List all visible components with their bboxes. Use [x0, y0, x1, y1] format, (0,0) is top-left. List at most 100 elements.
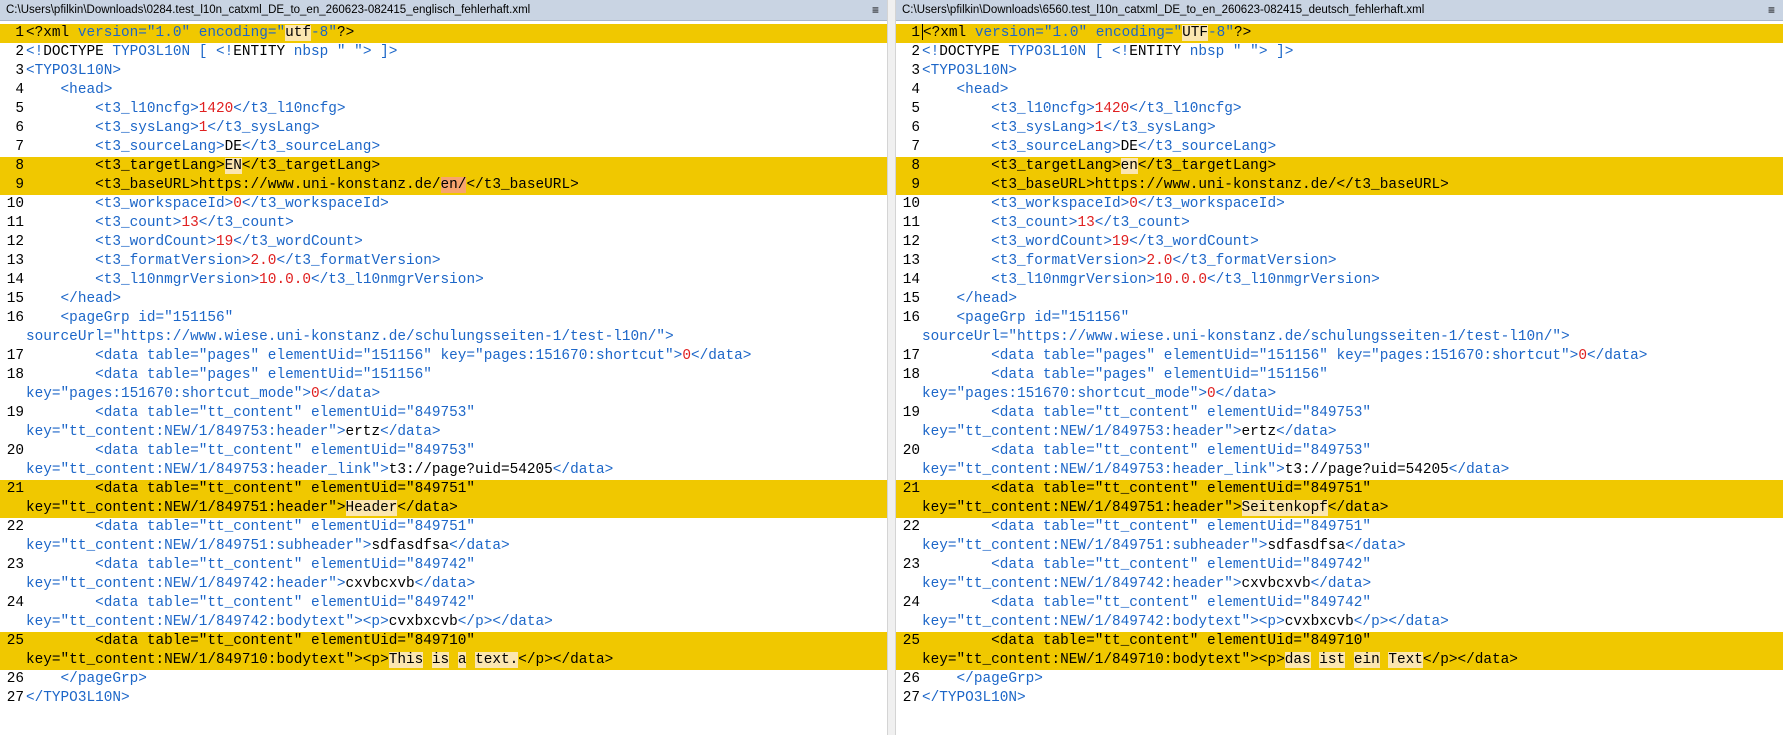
code-line[interactable]: 10 <t3_workspaceId>0</t3_workspaceId> [0, 195, 887, 214]
line-text[interactable]: <t3_workspaceId>0</t3_workspaceId> [922, 195, 1285, 214]
code-line[interactable]: 23 <data table="tt_content" elementUid="… [0, 556, 887, 575]
code-line[interactable]: 1 <?xml version="1.0" encoding="utf-8"?> [0, 24, 887, 43]
line-text[interactable]: <data table="tt_content" elementUid="849… [26, 556, 475, 575]
code-line[interactable]: key="tt_content:NEW/1/849742:bodytext"><… [0, 613, 887, 632]
code-line[interactable]: 12 <t3_wordCount>19</t3_wordCount> [896, 233, 1783, 252]
pane-menu-icon[interactable]: ≡ [870, 4, 881, 16]
code-line[interactable]: 17 <data table="pages" elementUid="15115… [0, 347, 887, 366]
code-line[interactable]: 19 <data table="tt_content" elementUid="… [0, 404, 887, 423]
line-text[interactable]: <t3_baseURL>https://www.uni-konstanz.de/… [922, 176, 1449, 195]
pane-menu-icon[interactable]: ≡ [1766, 4, 1777, 16]
line-text[interactable]: key="tt_content:NEW/1/849742:header">cxv… [922, 575, 1371, 594]
line-text[interactable]: key="pages:151670:shortcut_mode">0</data… [922, 385, 1276, 404]
line-text[interactable]: </TYPO3L10N> [922, 689, 1026, 708]
code-line[interactable]: 12 <t3_wordCount>19</t3_wordCount> [0, 233, 887, 252]
line-text[interactable]: <t3_formatVersion>2.0</t3_formatVersion> [26, 252, 440, 271]
code-line[interactable]: 16 <pageGrp id="151156" [0, 309, 887, 328]
code-line[interactable]: sourceUrl="https://www.wiese.uni-konstan… [896, 328, 1783, 347]
line-text[interactable]: <data table="tt_content" elementUid="849… [922, 404, 1371, 423]
line-text[interactable]: <head> [26, 81, 113, 100]
code-line[interactable]: 7 <t3_sourceLang>DE</t3_sourceLang> [0, 138, 887, 157]
code-line[interactable]: 4 <head> [0, 81, 887, 100]
line-text[interactable]: <data table="tt_content" elementUid="849… [26, 404, 475, 423]
line-text[interactable]: key="tt_content:NEW/1/849742:header">cxv… [26, 575, 475, 594]
code-line[interactable]: key="tt_content:NEW/1/849710:bodytext"><… [0, 651, 887, 670]
code-line[interactable]: key="tt_content:NEW/1/849751:header">Sei… [896, 499, 1783, 518]
line-text[interactable]: sourceUrl="https://www.wiese.uni-konstan… [922, 328, 1570, 347]
line-text[interactable]: <data table="tt_content" elementUid="849… [26, 442, 475, 461]
line-text[interactable]: <data table="tt_content" elementUid="849… [922, 556, 1371, 575]
line-text[interactable]: </pageGrp> [26, 670, 147, 689]
code-line[interactable]: 20 <data table="tt_content" elementUid="… [0, 442, 887, 461]
code-line[interactable]: 9 <t3_baseURL>https://www.uni-konstanz.d… [896, 176, 1783, 195]
code-line[interactable]: 5 <t3_l10ncfg>1420</t3_l10ncfg> [0, 100, 887, 119]
right-file-pane[interactable]: C:\Users\pfilkin\Downloads\6560.test_l10… [896, 0, 1783, 735]
code-line[interactable]: key="tt_content:NEW/1/849742:bodytext"><… [896, 613, 1783, 632]
code-line[interactable]: key="tt_content:NEW/1/849742:header">cxv… [896, 575, 1783, 594]
line-text[interactable]: <head> [922, 81, 1009, 100]
line-text[interactable]: <data table="pages" elementUid="151156" [26, 366, 432, 385]
pane-splitter[interactable] [887, 0, 896, 735]
line-text[interactable]: <t3_l10nmgrVersion>10.0.0</t3_l10nmgrVer… [922, 271, 1380, 290]
line-text[interactable]: <t3_targetLang>EN</t3_targetLang> [26, 157, 380, 176]
code-line[interactable]: 26 </pageGrp> [0, 670, 887, 689]
code-line[interactable]: key="tt_content:NEW/1/849751:subheader">… [0, 537, 887, 556]
code-line[interactable]: 18 <data table="pages" elementUid="15115… [896, 366, 1783, 385]
line-text[interactable]: <t3_targetLang>en</t3_targetLang> [922, 157, 1276, 176]
code-line[interactable]: key="tt_content:NEW/1/849753:header_link… [0, 461, 887, 480]
code-line[interactable]: 24 <data table="tt_content" elementUid="… [0, 594, 887, 613]
line-text[interactable]: <!DOCTYPE TYPO3L10N [ <!ENTITY nbsp " ">… [922, 43, 1293, 62]
line-text[interactable]: key="tt_content:NEW/1/849751:header">Sei… [922, 499, 1388, 518]
line-text[interactable]: <t3_l10ncfg>1420</t3_l10ncfg> [26, 100, 345, 119]
line-text[interactable]: </head> [922, 290, 1017, 309]
line-text[interactable]: </pageGrp> [922, 670, 1043, 689]
line-text[interactable]: <t3_baseURL>https://www.uni-konstanz.de/… [26, 176, 579, 195]
line-text[interactable]: <t3_sourceLang>DE</t3_sourceLang> [922, 138, 1276, 157]
code-line[interactable]: 9 <t3_baseURL>https://www.uni-konstanz.d… [0, 176, 887, 195]
code-line[interactable]: 19 <data table="tt_content" elementUid="… [896, 404, 1783, 423]
code-line[interactable]: 8 <t3_targetLang>en</t3_targetLang> [896, 157, 1783, 176]
code-line[interactable]: key="tt_content:NEW/1/849753:header_link… [896, 461, 1783, 480]
code-line[interactable]: 24 <data table="tt_content" elementUid="… [896, 594, 1783, 613]
code-line[interactable]: 20 <data table="tt_content" elementUid="… [896, 442, 1783, 461]
line-text[interactable]: key="tt_content:NEW/1/849753:header">ert… [922, 423, 1337, 442]
line-text[interactable]: <data table="tt_content" elementUid="849… [26, 480, 475, 499]
left-file-pane[interactable]: C:\Users\pfilkin\Downloads\0284.test_l10… [0, 0, 887, 735]
code-line[interactable]: 16 <pageGrp id="151156" [896, 309, 1783, 328]
code-line[interactable]: 18 <data table="pages" elementUid="15115… [0, 366, 887, 385]
line-text[interactable]: key="tt_content:NEW/1/849710:bodytext"><… [26, 651, 613, 670]
code-line[interactable]: 6 <t3_sysLang>1</t3_sysLang> [896, 119, 1783, 138]
line-text[interactable]: key="tt_content:NEW/1/849753:header_link… [922, 461, 1509, 480]
line-text[interactable]: key="tt_content:NEW/1/849751:header">Hea… [26, 499, 458, 518]
code-line[interactable]: 14 <t3_l10nmgrVersion>10.0.0</t3_l10nmgr… [896, 271, 1783, 290]
line-text[interactable]: <t3_sysLang>1</t3_sysLang> [26, 119, 320, 138]
code-line[interactable]: 27 </TYPO3L10N> [896, 689, 1783, 708]
line-text[interactable]: <!DOCTYPE TYPO3L10N [ <!ENTITY nbsp " ">… [26, 43, 397, 62]
code-line[interactable]: key="tt_content:NEW/1/849751:header">Hea… [0, 499, 887, 518]
line-text[interactable]: key="tt_content:NEW/1/849742:bodytext"><… [922, 613, 1449, 632]
code-line[interactable]: key="tt_content:NEW/1/849710:bodytext"><… [896, 651, 1783, 670]
line-text[interactable]: <t3_sourceLang>DE</t3_sourceLang> [26, 138, 380, 157]
line-text[interactable]: <TYPO3L10N> [26, 62, 121, 81]
line-text[interactable]: <pageGrp id="151156" [922, 309, 1130, 328]
code-line[interactable]: key="tt_content:NEW/1/849751:subheader">… [896, 537, 1783, 556]
code-line[interactable]: 8 <t3_targetLang>EN</t3_targetLang> [0, 157, 887, 176]
line-text[interactable]: <t3_wordCount>19</t3_wordCount> [26, 233, 363, 252]
line-text[interactable]: <t3_l10nmgrVersion>10.0.0</t3_l10nmgrVer… [26, 271, 484, 290]
line-text[interactable]: <data table="tt_content" elementUid="849… [922, 518, 1371, 537]
code-line[interactable]: 1 <?xml version="1.0" encoding="UTF-8"?> [896, 24, 1783, 43]
line-text[interactable]: </head> [26, 290, 121, 309]
line-text[interactable]: <pageGrp id="151156" [26, 309, 234, 328]
code-line[interactable]: 15 </head> [0, 290, 887, 309]
code-line[interactable]: 3 <TYPO3L10N> [896, 62, 1783, 81]
code-line[interactable]: 17 <data table="pages" elementUid="15115… [896, 347, 1783, 366]
line-text[interactable]: <data table="tt_content" elementUid="849… [922, 632, 1371, 651]
code-line[interactable]: 14 <t3_l10nmgrVersion>10.0.0</t3_l10nmgr… [0, 271, 887, 290]
line-text[interactable]: key="tt_content:NEW/1/849751:subheader">… [26, 537, 510, 556]
code-line[interactable]: 22 <data table="tt_content" elementUid="… [0, 518, 887, 537]
line-text[interactable]: <data table="pages" elementUid="151156" [922, 366, 1328, 385]
line-text[interactable]: key="tt_content:NEW/1/849751:subheader">… [922, 537, 1406, 556]
code-line[interactable]: 13 <t3_formatVersion>2.0</t3_formatVersi… [0, 252, 887, 271]
code-line[interactable]: 7 <t3_sourceLang>DE</t3_sourceLang> [896, 138, 1783, 157]
code-line[interactable]: 5 <t3_l10ncfg>1420</t3_l10ncfg> [896, 100, 1783, 119]
